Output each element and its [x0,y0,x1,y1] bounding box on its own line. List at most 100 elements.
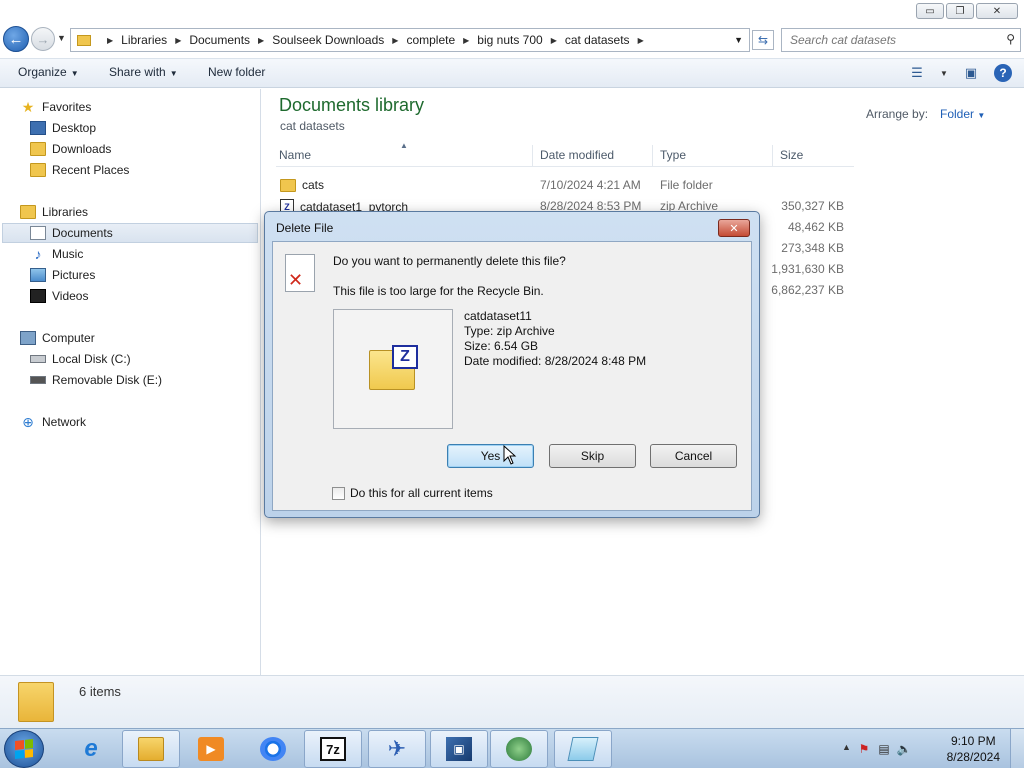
apply-to-all-checkbox[interactable] [332,486,345,500]
organize-button[interactable]: Organize ▼ [18,65,79,79]
help-icon[interactable]: ? [994,64,1012,82]
nav-label: Pictures [52,268,96,282]
nav-downloads[interactable]: Downloads [30,139,111,159]
column-size[interactable]: Size [780,148,803,162]
network-status-icon[interactable]: ▤ [876,741,892,757]
search-box[interactable]: ⚲ [781,28,1021,52]
arrange-by-value: Folder [940,107,975,121]
dialog-close-button[interactable]: ✕ [718,219,750,237]
cancel-button[interactable]: Cancel [650,444,737,468]
red-x-icon: ✕ [288,270,304,290]
column-name[interactable]: Name [279,148,311,162]
volume-muted-icon[interactable]: 🔈 [896,741,912,757]
breadcrumb-libraries[interactable]: Libraries [121,33,167,47]
breadcrumb-soulseek-downloads[interactable]: Soulseek Downloads [272,33,384,47]
breadcrumb-documents[interactable]: Documents [189,33,250,47]
system-clock[interactable]: 9:10 PM 8/28/2024 [947,733,1000,765]
column-divider[interactable] [532,145,533,167]
breadcrumb-separator-icon[interactable]: ▶ [392,36,398,45]
nav-label: Favorites [42,100,92,114]
taskbar-network-app[interactable] [490,730,548,768]
forward-button[interactable]: → [31,27,55,51]
breadcrumb-separator-icon[interactable]: ▶ [258,36,264,45]
nav-label: Downloads [52,142,112,156]
arrange-by-dropdown[interactable]: Folder ▼ [940,107,985,121]
nav-label: Recent Places [52,163,130,177]
breadcrumb-separator-icon[interactable]: ▶ [551,36,557,45]
share-with-button[interactable]: Share with ▼ [109,65,178,79]
taskbar-windows-explorer[interactable] [122,730,180,768]
yes-button[interactable]: Yes [447,444,534,468]
file-details: catdataset11 Type: zip Archive Size: 6.5… [464,309,646,369]
recent-pages-dropdown-icon[interactable]: ▼ [57,33,66,43]
computer-icon [20,331,36,345]
taskbar-soulseek[interactable]: ✈ [368,730,426,768]
nav-videos[interactable]: Videos [30,286,88,306]
breadcrumb-complete[interactable]: complete [406,33,455,47]
nav-label: Documents [52,226,113,240]
apply-to-all-checkbox-row[interactable]: Do this for all current items [332,486,493,500]
close-window-button[interactable]: ✕ [976,3,1018,19]
nav-local-disk-c[interactable]: Local Disk (C:) [30,349,131,369]
nav-pictures[interactable]: Pictures [30,265,95,285]
column-divider[interactable] [772,145,773,167]
new-folder-button[interactable]: New folder [208,65,265,79]
nav-recent-places[interactable]: Recent Places [30,160,129,180]
share-with-label: Share with [109,65,166,79]
minimize-button[interactable]: ▭ [916,3,944,19]
file-size: 6,862,237 KB [771,283,844,297]
items-count: 6 items [79,684,121,699]
file-name: cats [302,178,325,192]
recent-places-icon [30,163,46,177]
breadcrumb-separator-icon[interactable]: ▶ [107,36,113,45]
taskbar: e ▶ 7z ✈ ▣ ▲ ⚑ ▤ 🔈 9:10 PM 8/28/2024 [0,728,1024,768]
change-view-icon[interactable]: ☰ [908,65,926,81]
column-header: Name Date modified Type Size [276,145,854,167]
search-icon[interactable]: ⚲ [1006,32,1015,46]
breadcrumb-separator-icon[interactable]: ▶ [175,36,181,45]
taskbar-media-player[interactable]: ▶ [182,730,240,768]
action-center-warning-icon[interactable]: ⚑ [856,741,872,757]
refresh-button[interactable]: ⇆ [752,30,774,50]
nav-libraries[interactable]: Libraries [20,202,88,222]
back-button[interactable]: ← [3,26,29,52]
libraries-icon [20,205,36,219]
breadcrumb-separator-icon[interactable]: ▶ [463,36,469,45]
column-type[interactable]: Type [660,148,686,162]
chevron-down-icon: ▼ [977,111,986,120]
desktop-icon [30,121,46,135]
nav-music[interactable]: ♪ Music [30,244,84,264]
view-dropdown-icon[interactable]: ▼ [940,65,948,81]
breadcrumb-big-nuts-700[interactable]: big nuts 700 [477,33,542,47]
address-dropdown-icon[interactable]: ▼ [734,35,743,45]
start-button[interactable] [4,730,44,768]
search-input[interactable] [790,33,990,47]
taskbar-internet-explorer[interactable]: e [62,730,120,768]
chevron-down-icon: ▼ [70,69,79,78]
column-divider[interactable] [652,145,653,167]
preview-pane-icon[interactable]: ▣ [962,65,980,81]
nav-network[interactable]: ⊕ Network [20,412,86,432]
windows-explorer-icon [138,737,164,761]
nav-removable-disk-e[interactable]: Removable Disk (E:) [30,370,162,390]
breadcrumb-cat-datasets[interactable]: cat datasets [565,33,630,47]
show-hidden-icons-icon[interactable]: ▲ [842,742,851,752]
taskbar-notepad[interactable] [554,730,612,768]
show-desktop-button[interactable] [1010,729,1024,768]
breadcrumb-separator-icon[interactable]: ▶ [638,36,644,45]
nav-computer[interactable]: Computer [20,328,95,348]
nav-favorites[interactable]: ★ Favorites [20,97,92,117]
skip-button[interactable]: Skip [549,444,636,468]
maximize-button[interactable]: ❐ [946,3,974,19]
file-type: File folder [660,178,713,192]
folder-icon [77,34,91,46]
taskbar-virtualbox[interactable]: ▣ [430,730,488,768]
file-row[interactable]: cats 7/10/2024 4:21 AM File folder [276,175,856,196]
nav-documents[interactable]: Documents [2,223,258,243]
taskbar-7zip[interactable]: 7z [304,730,362,768]
taskbar-chrome[interactable] [244,730,302,768]
column-date-modified[interactable]: Date modified [540,148,614,162]
address-bar[interactable]: ▶ Libraries ▶ Documents ▶ Soulseek Downl… [70,28,750,52]
notepad-icon [567,737,599,761]
nav-desktop[interactable]: Desktop [30,118,96,138]
